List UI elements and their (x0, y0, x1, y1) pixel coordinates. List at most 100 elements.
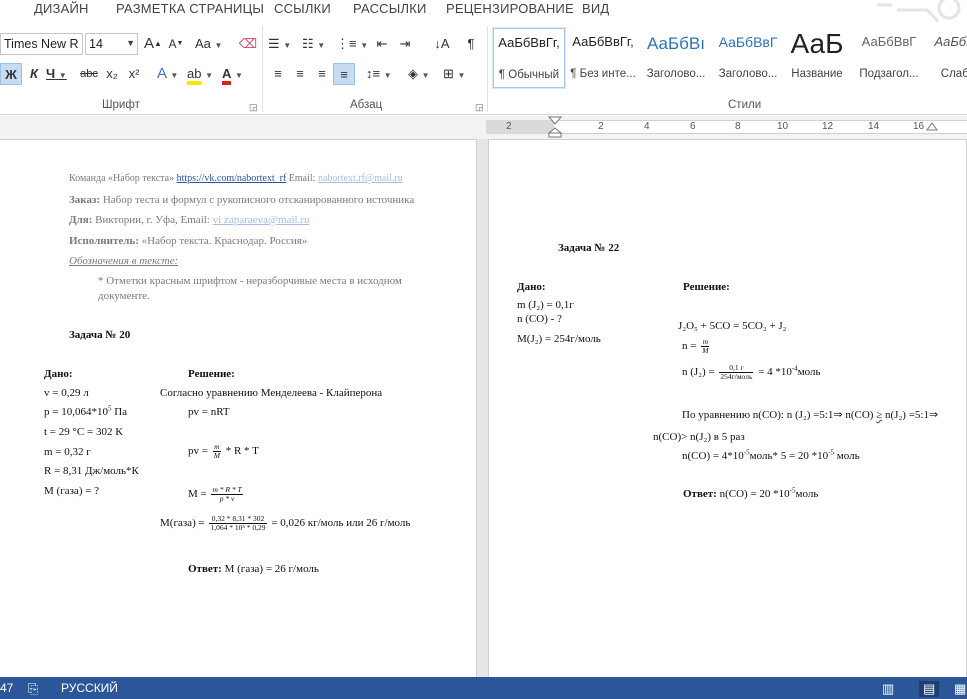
clear-format-icon[interactable]: ⌫ (238, 33, 258, 55)
ruler-tick: 8 (735, 121, 741, 132)
solution-title: Решение: (188, 368, 235, 380)
ruler-tick: 6 (690, 121, 696, 132)
ribbon: Times New R 14 ▼ A▲ A▼ Aa ▼ ⌫ Ж К Ч ▼ ab… (0, 22, 967, 115)
ruler-tick: 16 (913, 121, 925, 132)
given-title: Дано: (44, 368, 73, 380)
text-effects-icon[interactable]: A ▼ (157, 63, 178, 85)
right-indent-marker-icon[interactable] (926, 122, 938, 134)
shrink-font-button[interactable]: A▼ (166, 33, 186, 55)
print-layout-icon[interactable]: ▤ (919, 681, 940, 697)
align-left-icon[interactable]: ≡ (268, 63, 288, 85)
font-size-value: 14 (89, 37, 103, 51)
given-item: M (газа) = ? (44, 485, 100, 497)
equation-pv: pv = nRT (188, 406, 230, 418)
equation-M-result: M(газа) = 0,32 * 8,31 * 302 1,064 * 10⁵ *… (160, 514, 411, 532)
borders-icon[interactable]: ⊞ ▼ (443, 63, 465, 85)
ruler-tick: 2 (506, 121, 512, 132)
for-line: Для: Виктории, г. Уфа, Email: vi zaparae… (69, 214, 310, 226)
bullets-icon[interactable]: ☰ ▼ (268, 33, 291, 55)
justify-icon[interactable]: ≡ (333, 63, 355, 85)
align-right-icon[interactable]: ≡ (312, 63, 332, 85)
tab-review[interactable]: РЕЦЕНЗИРОВАНИЕ (446, 1, 574, 16)
equation-pv-m: pv = mM * R * T (188, 442, 259, 460)
subscript-button[interactable]: x₂ (102, 63, 122, 85)
group-paragraph-label: Абзац (350, 99, 383, 111)
equation-M: M = m * R * Tp * v (188, 485, 243, 503)
read-mode-icon[interactable]: ▥ (882, 681, 894, 697)
italic-button[interactable]: К (24, 63, 44, 85)
equation-n: n = mM (682, 337, 710, 355)
highlight-icon[interactable]: ab ▼ (187, 63, 213, 85)
font-size-combo[interactable]: 14 ▼ (85, 33, 138, 55)
web-layout-icon[interactable]: ▦ (954, 681, 966, 697)
show-marks-button[interactable]: ¶ (461, 33, 481, 55)
paragraph-dialog-launcher-icon[interactable]: ◲ (475, 102, 484, 113)
given-item: n (CO) - ? (517, 313, 562, 325)
tab-references[interactable]: ССЫЛКИ (274, 1, 331, 16)
group-font-label: Шрифт (102, 99, 140, 111)
underline-button[interactable]: Ч ▼ (46, 63, 67, 85)
task22-title: Задача № 22 (558, 242, 620, 254)
style-heading1[interactable]: АаБбВı Заголово... (640, 28, 712, 88)
sort-icon[interactable]: ↓A (432, 33, 452, 55)
team-line: Команда «Набор текста» https://vk.com/na… (69, 173, 403, 184)
style-title[interactable]: АаБ Название (781, 28, 853, 88)
tab-mailings[interactable]: РАССЫЛКИ (353, 1, 427, 16)
font-name-value: Times New R (4, 37, 79, 51)
style-subtle[interactable]: АаБбВв Слабо (922, 28, 967, 88)
style-subtitle[interactable]: АаБбВвГ Подзагол... (853, 28, 925, 88)
client-email-link[interactable]: vi zaparaeva@mail.ru (213, 214, 310, 226)
decrease-indent-icon[interactable]: ⇤ (372, 33, 392, 55)
order-line: Заказ: Набор теста и формул с рукописног… (69, 194, 415, 206)
multilevel-list-icon[interactable]: ⋮≡ ▼ (336, 33, 368, 55)
task20-title: Задача № 20 (69, 329, 131, 341)
equation-ratio: По уравнению n(CO): n (J₂) =5:1⇒ n(CO) ≥… (682, 409, 939, 421)
given-item: t = 29 °C = 302 K (44, 426, 124, 438)
legend-line1: * Отметки красным шрифтом - неразборчивы… (98, 275, 402, 287)
tab-page-layout[interactable]: РАЗМЕТКА СТРАНИЦЫ (116, 1, 264, 16)
font-dialog-launcher-icon[interactable]: ◲ (249, 102, 258, 113)
page-left[interactable]: Команда «Набор текста» https://vk.com/na… (0, 139, 477, 679)
given-item: m = 0,32 г (44, 446, 91, 458)
bold-button[interactable]: Ж (0, 63, 22, 85)
given-title: Дано: (517, 281, 546, 293)
grow-font-button[interactable]: A▲ (143, 33, 163, 55)
shading-icon[interactable]: ◈ ▼ (408, 63, 430, 85)
style-no-spacing[interactable]: АаБбВвГг, ¶ Без инте... (567, 28, 639, 88)
ruler-tick: 4 (644, 121, 650, 132)
legend-line2: документе. (98, 290, 150, 302)
status-bar: 47 ⎘ РУССКИЙ ▥ ▤ ▦ (0, 677, 967, 699)
proofing-icon[interactable]: ⎘ (28, 681, 38, 697)
equation-nCO: n(CO) = 4*10-5моль* 5 = 20 *10-5 моль (682, 448, 860, 462)
style-normal[interactable]: АаБбВвГг, ¶ Обычный (492, 27, 566, 89)
font-name-combo[interactable]: Times New R (0, 33, 83, 55)
change-case-button[interactable]: Aa ▼ (195, 33, 222, 55)
language-indicator[interactable]: РУССКИЙ (61, 681, 118, 695)
strikethrough-button[interactable]: abc (79, 63, 99, 85)
ruler-tick: 10 (777, 121, 789, 132)
ruler-tick: 14 (868, 121, 880, 132)
style-heading2[interactable]: АаБбВвГ Заголово... (712, 28, 784, 88)
given-item: R = 8,31 Дж/моль*К (44, 465, 139, 477)
team-link[interactable]: https://vk.com/nabortext_rf (177, 173, 287, 184)
ruler-row: 2 2 4 6 8 10 12 14 16 (0, 116, 967, 139)
tab-design[interactable]: ДИЗАЙН (34, 1, 89, 16)
align-center-icon[interactable]: ≡ (290, 63, 310, 85)
given-item: M(J₂) = 254г/моль (517, 333, 601, 345)
line-spacing-icon[interactable]: ↕≡ ▼ (366, 63, 392, 85)
increase-indent-icon[interactable]: ⇥ (395, 33, 415, 55)
given-item: v = 0,29 л (44, 387, 89, 399)
given-item: p = 10,064*105 Па (44, 404, 128, 418)
numbering-icon[interactable]: ☷ ▼ (302, 33, 325, 55)
page-number[interactable]: 47 (0, 681, 13, 695)
equation-nJ2: n (J₂) = 0,1 г 254г/моль = 4 *10-4моль (682, 363, 821, 381)
legend-label: Обозначения в тексте: (69, 255, 179, 267)
superscript-button[interactable]: x² (124, 63, 144, 85)
team-email-link[interactable]: nabortext.rf@mail.ru (318, 173, 403, 184)
font-color-icon[interactable]: A ▼ (222, 63, 243, 85)
executor-line: Исполнитель: «Набор текста. Краснодар. Р… (69, 235, 308, 247)
equation-compare: n(CO)> n(J₂) в 5 раз (653, 431, 745, 443)
tab-view[interactable]: ВИД (582, 1, 609, 16)
page-right[interactable]: Задача № 22 Дано: m (J₂) = 0,1г n (CO) -… (488, 139, 967, 679)
indent-marker-icon[interactable] (548, 116, 562, 138)
